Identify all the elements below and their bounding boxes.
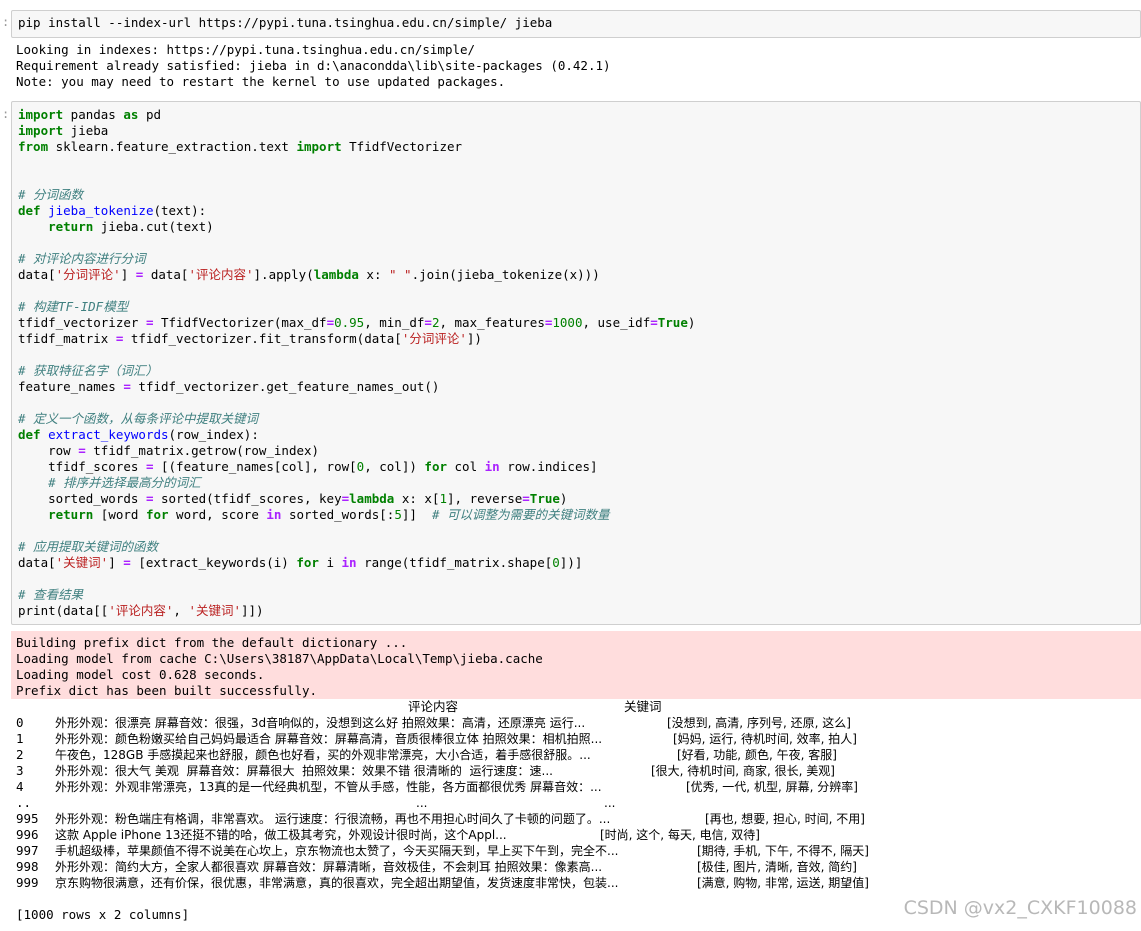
df-row-index: 998 bbox=[16, 859, 39, 874]
code-line: row = tfidf_matrix.getrow(row_index) bbox=[18, 443, 320, 458]
code-line: def jieba_tokenize(text): bbox=[18, 203, 207, 218]
string-literal: '评论内容' bbox=[188, 267, 254, 282]
df-cell-content: 外形外观：很大气 美观 屏幕音效：屏幕很大 拍照效果：效果不错 很清晰的 运行速… bbox=[55, 764, 553, 778]
output-line: Note: you may need to restart the kernel… bbox=[16, 74, 506, 89]
code-cell-input[interactable]: import pandas as pd import jieba from sk… bbox=[11, 101, 1141, 625]
code-comment: # 获取特征名字（词汇） bbox=[18, 363, 159, 378]
string-literal: '评论内容' bbox=[108, 603, 174, 618]
code-comment: # 查看结果 bbox=[18, 587, 84, 602]
string-literal: '关键词' bbox=[188, 603, 241, 618]
df-cell-keywords: [很大, 待机时间, 商家, 很长, 美观] bbox=[651, 764, 835, 778]
code-comment: # 可以调整为需要的关键词数量 bbox=[431, 507, 610, 522]
df-cell-content: 外形外观：外观非常漂亮，13真的是一代经典机型，不管从手感，性能，各方面都很优秀… bbox=[55, 780, 602, 794]
df-cell-content: 这款 Apple iPhone 13还挺不错的哈，做工极其考究，外观设计很时尚，… bbox=[55, 828, 507, 842]
df-row-index: 999 bbox=[16, 875, 39, 890]
code-comment: # 排序并选择最高分的词汇 bbox=[48, 475, 201, 490]
df-cell-keywords: ... bbox=[604, 796, 616, 810]
df-cell-keywords: [时尚, 这个, 每天, 电信, 双待] bbox=[600, 828, 760, 842]
code-line: feature_names = tfidf_vectorizer.get_fea… bbox=[18, 379, 440, 394]
code-line: return jieba.cut(text) bbox=[48, 219, 214, 234]
code-line: tfidf_vectorizer = TfidfVectorizer(max_d… bbox=[18, 315, 696, 330]
df-cell-content: 午夜色，128GB 手感摸起来也舒服，颜色也好看，买的外观非常漂亮，大小合适，着… bbox=[55, 748, 591, 762]
df-cell-keywords: [满意, 购物, 非常, 运送, 期望值] bbox=[697, 876, 869, 890]
output-line: Looking in indexes: https://pypi.tuna.ts… bbox=[16, 42, 476, 57]
code-line: sorted_words = sorted(tfidf_scores, key=… bbox=[18, 491, 568, 506]
pip-install-command: pip install --index-url https://pypi.tun… bbox=[18, 15, 553, 30]
string-literal: '关键词' bbox=[55, 555, 109, 570]
code-cell-input[interactable]: pip install --index-url https://pypi.tun… bbox=[11, 10, 1141, 38]
df-shape-summary: [1000 rows x 2 columns] bbox=[16, 907, 190, 922]
code-line: import pandas as pd bbox=[18, 107, 162, 122]
string-literal: '分词评论' bbox=[55, 267, 121, 282]
df-row-index: 3 bbox=[16, 763, 24, 778]
df-cell-content: 外形外观：很漂亮 屏幕音效：很强，3d音响似的，没想到这么好 拍照效果：高清，还… bbox=[55, 716, 586, 730]
df-cell-keywords: [再也, 想要, 担心, 时间, 不用] bbox=[705, 812, 865, 826]
df-cell-content: 外形外观：颜色粉嫩买给自己妈妈最适合 屏幕音效：屏幕高清，音质很棒很立体 拍照效… bbox=[55, 732, 603, 746]
stderr-line: Building prefix dict from the default di… bbox=[16, 635, 408, 650]
code-line: # 排序并选择最高分的词汇 bbox=[18, 475, 201, 491]
code-line: from sklearn.feature_extraction.text imp… bbox=[18, 139, 463, 154]
df-row-index: .. bbox=[16, 795, 32, 810]
stderr-line: Prefix dict has been built successfully. bbox=[16, 683, 318, 698]
string-literal: " " bbox=[389, 267, 412, 282]
code-comment: # 应用提取关键词的函数 bbox=[18, 539, 159, 554]
code-comment: # 构建TF-IDF模型 bbox=[18, 299, 129, 314]
df-cell-content: 手机超级棒，苹果颜值不得不说美在心坎上，京东物流也太赞了，今天买隔天到，早上买下… bbox=[55, 844, 619, 858]
df-cell-content: ... bbox=[416, 796, 428, 810]
df-cell-content: 外形外观：粉色端庄有格调，非常喜欢。 运行速度：行很流畅，再也不用担心时间久了卡… bbox=[55, 812, 611, 826]
stderr-output: Building prefix dict from the default di… bbox=[11, 631, 1141, 699]
code-line: tfidf_scores = [(feature_names[col], row… bbox=[18, 459, 598, 474]
df-row-index: 996 bbox=[16, 827, 39, 842]
code-line: import jieba bbox=[18, 123, 109, 138]
df-cell-keywords: [期待, 手机, 下午, 不得不, 隔天] bbox=[697, 844, 869, 858]
stderr-line: Loading model cost 0.628 seconds. bbox=[16, 667, 265, 682]
cell-prompt-marker: : bbox=[2, 15, 10, 29]
code-line: data['关键词'] = [extract_keywords(i) for i… bbox=[18, 555, 583, 570]
code-comment: # 定义一个函数，从每条评论中提取关键词 bbox=[18, 411, 259, 426]
df-cell-keywords: [极佳, 图片, 清晰, 音效, 简约] bbox=[697, 860, 857, 874]
df-cell-content: 京东购物很满意，还有价保，很优惠，非常满意，真的很喜欢，完全超出期望值，发货速度… bbox=[55, 876, 619, 890]
code-line: print(data[['评论内容', '关键词']]) bbox=[18, 603, 264, 618]
df-cell-keywords: [好看, 功能, 颜色, 午夜, 客服] bbox=[677, 748, 837, 762]
df-row-index: 1 bbox=[16, 731, 24, 746]
code-line: return [word for word, score in sorted_w… bbox=[48, 507, 610, 522]
code-comment: # 分词函数 bbox=[18, 187, 84, 202]
code-line: data['分词评论'] = data['评论内容'].apply(lambda… bbox=[18, 267, 600, 282]
csdn-watermark: CSDN @vx2_CXKF10088 bbox=[903, 897, 1137, 919]
code-line: def extract_keywords(row_index): bbox=[18, 427, 259, 442]
df-cell-keywords: [没想到, 高清, 序列号, 还原, 这么] bbox=[667, 716, 851, 730]
output-line: Requirement already satisfied: jieba in … bbox=[16, 58, 611, 73]
df-column-header: 关键词 bbox=[624, 699, 662, 714]
df-cell-content: 外形外观：简约大方，全家人都很喜欢 屏幕音效：屏幕清晰，音效极佳，不会刺耳 拍照… bbox=[55, 860, 603, 874]
df-row-index: 4 bbox=[16, 779, 24, 794]
df-row-index: 997 bbox=[16, 843, 39, 858]
df-cell-keywords: [妈妈, 运行, 待机时间, 效率, 拍人] bbox=[673, 732, 857, 746]
stderr-line: Loading model from cache C:\Users\38187\… bbox=[16, 651, 543, 666]
code-line: tfidf_matrix = tfidf_vectorizer.fit_tran… bbox=[18, 331, 482, 346]
df-row-index: 2 bbox=[16, 747, 24, 762]
string-literal: '分词评论' bbox=[401, 331, 467, 346]
cell-prompt-marker: : bbox=[2, 107, 10, 121]
code-comment: # 对评论内容进行分词 bbox=[18, 251, 146, 266]
df-column-header: 评论内容 bbox=[408, 699, 459, 714]
df-row-index: 0 bbox=[16, 715, 24, 730]
df-row-index: 995 bbox=[16, 811, 39, 826]
df-cell-keywords: [优秀, 一代, 机型, 屏幕, 分辨率] bbox=[686, 780, 858, 794]
